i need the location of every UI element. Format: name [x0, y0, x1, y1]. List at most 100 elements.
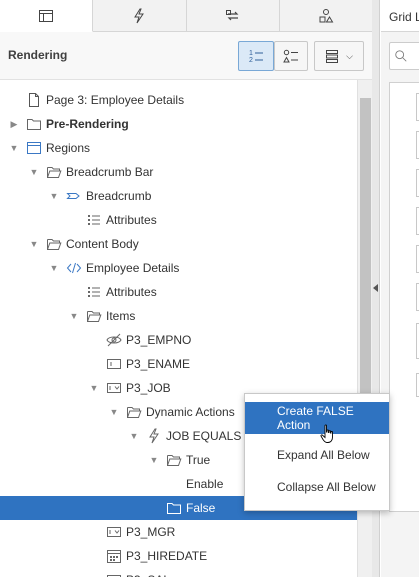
cycle-arrows-icon — [225, 9, 239, 20]
tree-node[interactable]: ▼ Items — [0, 304, 357, 328]
layout-canvas[interactable] — [389, 82, 419, 512]
tree-node-label: Attributes — [106, 285, 157, 299]
lightning-icon — [146, 428, 162, 444]
tree-node[interactable]: P3_ENAME — [0, 352, 357, 376]
expand-triangle-icon[interactable]: ▼ — [28, 166, 40, 178]
select-item-icon — [106, 524, 122, 540]
shapes-icon — [319, 8, 334, 22]
tab-rendering[interactable] — [0, 0, 94, 32]
tree-node[interactable]: ▼ Breadcrumb — [0, 184, 357, 208]
tree-node[interactable]: Page 3: Employee Details — [0, 88, 357, 112]
tree-node-label: Dynamic Actions — [146, 405, 235, 419]
tree-node[interactable]: P3_EMPNO — [0, 328, 357, 352]
menu-item-create-false-action[interactable]: Create FALSE Action — [245, 402, 389, 434]
tab-processing[interactable] — [187, 0, 280, 31]
menu-item-collapse-all-below[interactable]: Collapse All Below — [245, 471, 389, 503]
tree-node[interactable]: Attributes — [0, 280, 357, 304]
zoom-control[interactable] — [389, 42, 419, 70]
tree-node[interactable]: ▼ Employee Details — [0, 256, 357, 280]
attributes-icon — [86, 284, 102, 300]
chevron-down-icon: ⌵ — [346, 50, 353, 61]
list-layout-icon — [39, 9, 54, 22]
expand-triangle-icon[interactable]: ▼ — [148, 454, 160, 466]
expand-triangle-icon[interactable]: ▼ — [88, 382, 100, 394]
hidden-item-icon — [106, 332, 122, 348]
hand-cursor-icon — [320, 424, 333, 443]
tab-dynamic-actions[interactable] — [93, 0, 187, 31]
tree-node[interactable]: ▼ Breadcrumb Bar — [0, 160, 357, 184]
numbered-list-icon: 12 — [249, 50, 263, 64]
select-item-icon — [106, 380, 122, 396]
collapse-triangle-icon[interactable]: ▶ — [8, 118, 20, 130]
tree-node[interactable]: P3_HIREDATE — [0, 544, 357, 568]
tree-node[interactable]: P3_MGR — [0, 520, 357, 544]
page-icon — [26, 92, 42, 108]
folder-open-icon — [46, 164, 62, 180]
tree-node-label: Employee Details — [86, 261, 180, 275]
folder-open-icon — [166, 452, 182, 468]
breadcrumb-icon — [66, 188, 82, 204]
tree-node-label: Breadcrumb — [86, 189, 152, 203]
text-item-icon — [106, 356, 122, 372]
shape-list-icon — [283, 49, 298, 63]
tree-node-label: Page 3: Employee Details — [46, 93, 185, 107]
menu-item-expand-all-below[interactable]: Expand All Below — [245, 439, 389, 471]
tree-node-label: Regions — [46, 141, 91, 155]
expand-triangle-icon[interactable]: ▼ — [48, 190, 60, 202]
scrollbar-thumb[interactable] — [360, 98, 371, 398]
folder-icon — [26, 116, 42, 132]
tree-node-label: True — [186, 453, 211, 467]
text-item-icon — [106, 572, 122, 577]
panel-title: Rendering — [8, 48, 68, 62]
view-by-component-button[interactable]: 12 — [238, 41, 274, 71]
folder-open-icon — [86, 308, 102, 324]
tab-shared-components[interactable] — [280, 0, 372, 31]
zoom-icon — [395, 50, 407, 62]
expand-triangle-icon[interactable]: ▼ — [48, 262, 60, 274]
tree-node-label: P3_EMPNO — [126, 333, 192, 347]
tree-node[interactable]: ▼ Content Body — [0, 232, 357, 256]
code-icon — [66, 260, 82, 276]
tree-node[interactable]: P3_SAL — [0, 568, 357, 577]
expand-triangle-icon[interactable]: ▼ — [28, 238, 40, 250]
tree-node-label: Breadcrumb Bar — [66, 165, 154, 179]
expand-triangle-icon[interactable]: ▼ — [68, 310, 80, 322]
expand-triangle-icon[interactable]: ▼ — [128, 430, 140, 442]
tree-node-label: P3_HIREDATE — [126, 549, 208, 563]
tab-grid-layout[interactable]: Grid L — [381, 0, 419, 32]
folder-icon — [166, 500, 182, 516]
tree-node-label: JOB EQUALS — [166, 429, 242, 443]
view-by-processing-order-button[interactable] — [274, 41, 308, 71]
tree-node[interactable]: ▶ Pre-Rendering — [0, 112, 357, 136]
lightning-icon — [134, 8, 145, 23]
tree-node-label: P3_MGR — [126, 525, 176, 539]
tree-node-label: Enable — [186, 477, 224, 491]
tree-node-label: P3_SAL — [126, 573, 170, 577]
calendar-icon — [106, 548, 122, 564]
tree-node-label: False — [186, 501, 216, 515]
expand-triangle-icon[interactable]: ▼ — [108, 406, 120, 418]
tree-node-label: P3_JOB — [126, 381, 171, 395]
display-menu-button[interactable]: ⌵ — [314, 41, 364, 71]
tree-node-label: Content Body — [66, 237, 139, 251]
collapse-arrow-icon[interactable] — [373, 284, 378, 292]
stack-menu-icon — [326, 50, 339, 63]
folder-open-icon — [126, 404, 142, 420]
svg-text:2: 2 — [249, 57, 253, 64]
panel-tabs — [0, 0, 372, 32]
tree-node[interactable]: ▼ Regions — [0, 136, 357, 160]
svg-text:1: 1 — [249, 50, 253, 57]
tree-node-label: Pre-Rendering — [46, 117, 129, 131]
expand-triangle-icon[interactable]: ▼ — [8, 142, 20, 154]
tree-node-label: Items — [106, 309, 136, 323]
tree-node[interactable]: Attributes — [0, 208, 357, 232]
attributes-icon — [86, 212, 102, 228]
